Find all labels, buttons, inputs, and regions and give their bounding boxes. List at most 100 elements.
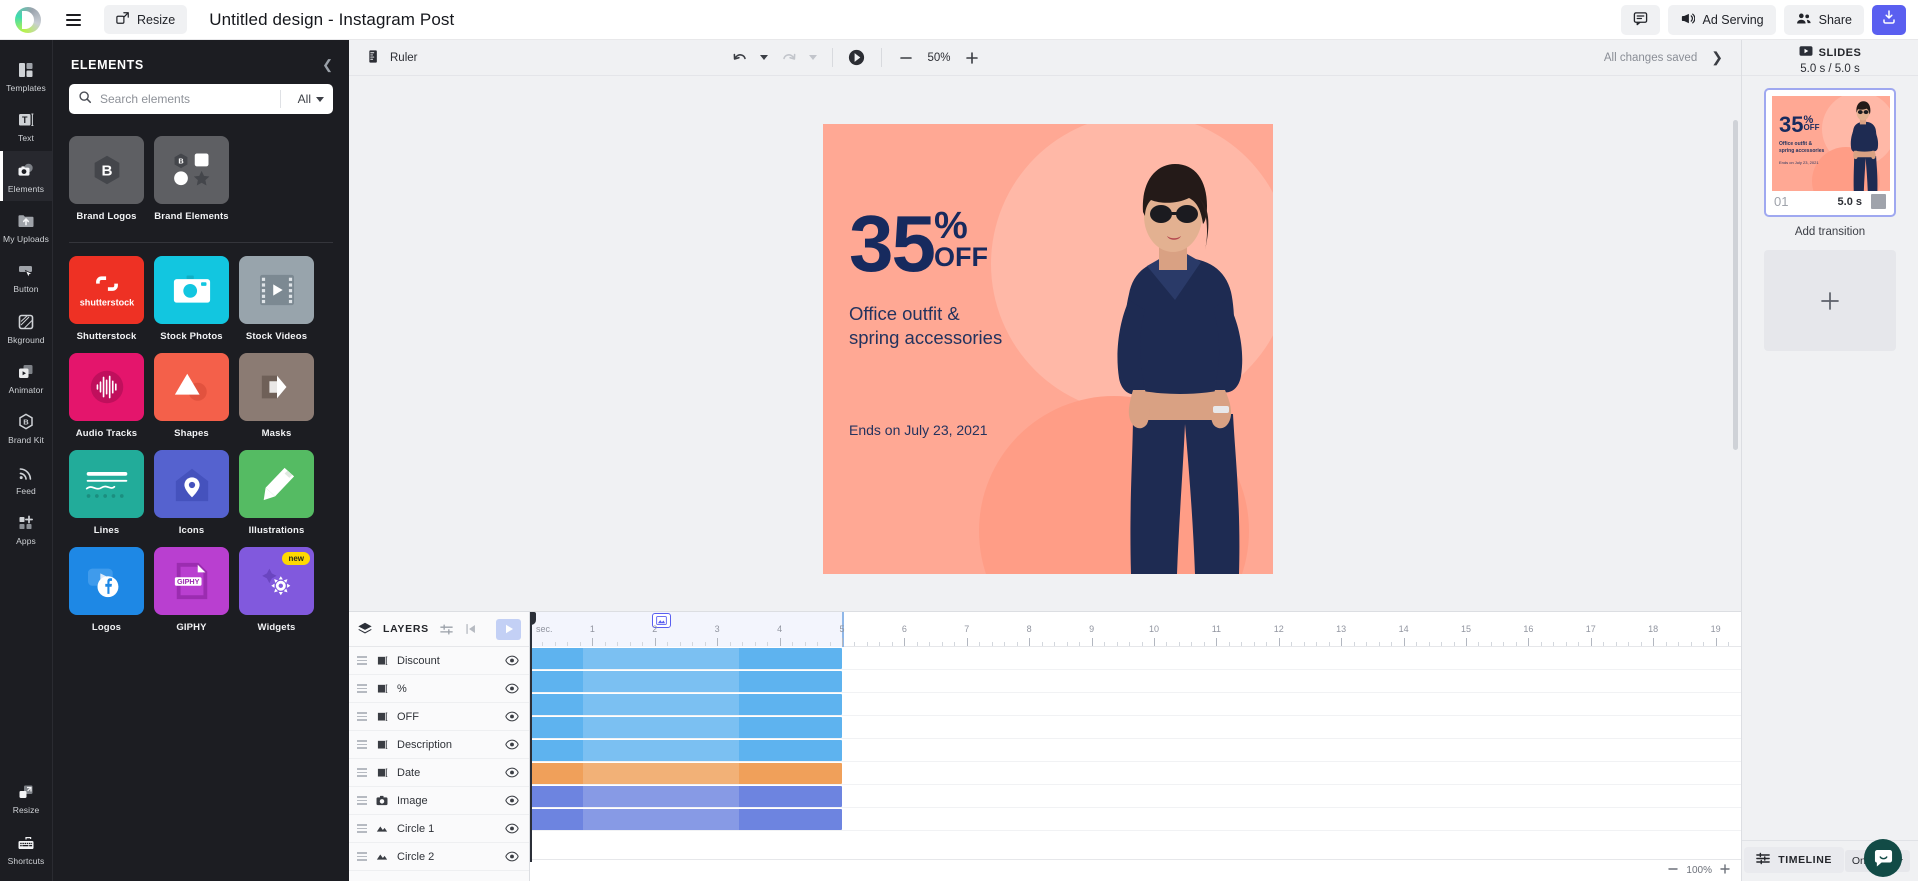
ad-serving-button[interactable]: Ad Serving bbox=[1668, 4, 1776, 35]
chevron-right-icon[interactable]: ❯ bbox=[1711, 49, 1729, 66]
zoom-out-button[interactable] bbox=[893, 45, 919, 71]
timeline-playhead[interactable] bbox=[530, 612, 536, 862]
design-description-text[interactable]: Office outfit & spring accessories bbox=[849, 302, 1002, 351]
timeline-clip[interactable] bbox=[531, 763, 842, 784]
slide-duration[interactable]: 5.0 s bbox=[1838, 196, 1862, 208]
search-filter-dropdown[interactable]: All bbox=[289, 92, 324, 106]
rail-item-feed[interactable]: Feed bbox=[0, 453, 52, 503]
undo-dropdown[interactable] bbox=[757, 45, 772, 71]
eye-icon[interactable] bbox=[505, 851, 519, 862]
rail-item-background[interactable]: Bkground bbox=[0, 302, 52, 352]
timeline-clip[interactable] bbox=[531, 694, 842, 715]
tile-audio-tracks[interactable]: Audio Tracks bbox=[69, 353, 144, 439]
zoom-in-button[interactable] bbox=[959, 45, 985, 71]
timeline-clip[interactable] bbox=[531, 809, 842, 830]
drag-handle-icon[interactable] bbox=[357, 852, 367, 861]
timeline-zoom-out-button[interactable] bbox=[1667, 862, 1679, 880]
timeline-ruler[interactable]: sec. 1 2 3 4 5 6 7 8 9 10 11 12 13 14 15 16 17 18 19 bbox=[530, 612, 1741, 862]
canvas-vertical-scrollbar[interactable] bbox=[1733, 120, 1738, 450]
tile-brand-logos[interactable]: B Brand Logos bbox=[69, 136, 144, 222]
drag-handle-icon[interactable] bbox=[357, 684, 367, 693]
layer-row[interactable]: Date bbox=[349, 759, 529, 787]
redo-dropdown[interactable] bbox=[806, 45, 821, 71]
timeline-tab-button[interactable]: TIMELINE bbox=[1744, 847, 1844, 873]
app-logo[interactable] bbox=[0, 6, 56, 33]
download-button[interactable] bbox=[1872, 4, 1906, 35]
add-transition-button[interactable]: Add transition bbox=[1795, 226, 1865, 238]
rail-item-text[interactable]: T Text bbox=[0, 100, 52, 150]
timeline-clip[interactable] bbox=[531, 786, 842, 807]
rail-item-shortcuts[interactable]: Shortcuts bbox=[0, 823, 52, 873]
document-title[interactable]: Untitled design - Instagram Post bbox=[209, 10, 454, 30]
share-button[interactable]: Share bbox=[1783, 4, 1864, 35]
timeline-track-row[interactable] bbox=[530, 785, 1741, 808]
tile-giphy[interactable]: GIPHY GIPHY bbox=[154, 547, 229, 633]
eye-icon[interactable] bbox=[505, 683, 519, 694]
eye-icon[interactable] bbox=[505, 795, 519, 806]
undo-button[interactable] bbox=[727, 45, 753, 71]
layer-row[interactable]: Image bbox=[349, 787, 529, 815]
timeline-track-row[interactable] bbox=[530, 808, 1741, 831]
layer-row[interactable]: Circle 1 bbox=[349, 815, 529, 843]
chevron-left-icon[interactable]: ❮ bbox=[322, 57, 333, 73]
comments-button[interactable] bbox=[1621, 4, 1661, 35]
tile-stock-photos[interactable]: Stock Photos bbox=[154, 256, 229, 342]
rail-item-elements[interactable]: Elements bbox=[0, 150, 52, 202]
redo-button[interactable] bbox=[776, 45, 802, 71]
resize-button[interactable]: Resize bbox=[104, 5, 188, 34]
design-percent-text[interactable]: % bbox=[934, 207, 968, 245]
tile-illustrations[interactable]: Illustrations bbox=[239, 450, 314, 536]
layer-row[interactable]: Description bbox=[349, 731, 529, 759]
timeline-clip[interactable] bbox=[531, 717, 842, 738]
timeline-track-row[interactable] bbox=[530, 693, 1741, 716]
drag-handle-icon[interactable] bbox=[357, 712, 367, 721]
tile-shutterstock[interactable]: shutterstock Shutterstock bbox=[69, 256, 144, 342]
timeline-clip[interactable] bbox=[531, 671, 842, 692]
design-discount-text[interactable]: 35 bbox=[849, 204, 936, 284]
layer-row[interactable]: Circle 2 bbox=[349, 843, 529, 871]
design-off-text[interactable]: OFF bbox=[934, 243, 988, 270]
rail-item-button[interactable]: Button bbox=[0, 251, 52, 301]
timeline-play-button[interactable] bbox=[496, 618, 521, 640]
drag-handle-icon[interactable] bbox=[357, 768, 367, 777]
timeline-track-row[interactable] bbox=[530, 762, 1741, 785]
canvas-stage[interactable]: 35 % OFF Office outfit & spring accessor… bbox=[349, 76, 1741, 611]
eye-icon[interactable] bbox=[505, 711, 519, 722]
search-bar[interactable]: All bbox=[69, 84, 333, 114]
timeline-track-row[interactable] bbox=[530, 670, 1741, 693]
layer-row[interactable]: Discount bbox=[349, 647, 529, 675]
tile-icons[interactable]: Icons bbox=[154, 450, 229, 536]
timeline-track-row[interactable] bbox=[530, 716, 1741, 739]
design-canvas[interactable]: 35 % OFF Office outfit & spring accessor… bbox=[823, 124, 1273, 574]
timeline-clip[interactable] bbox=[531, 648, 842, 669]
search-input[interactable] bbox=[100, 92, 272, 106]
timeline-clip[interactable] bbox=[531, 740, 842, 761]
slide-options-button[interactable] bbox=[1871, 194, 1886, 209]
tile-stock-videos[interactable]: Stock Videos bbox=[239, 256, 314, 342]
tile-brand-elements[interactable]: B Brand Elements bbox=[154, 136, 229, 222]
drag-handle-icon[interactable] bbox=[357, 796, 367, 805]
slide-card-01[interactable]: 35 % OFF Office outfit & spring accessor… bbox=[1764, 88, 1896, 217]
rail-item-apps[interactable]: Apps bbox=[0, 503, 52, 553]
drag-handle-icon[interactable] bbox=[357, 740, 367, 749]
help-chat-button[interactable] bbox=[1864, 839, 1902, 877]
rail-item-templates[interactable]: Templates bbox=[0, 50, 52, 100]
timeline-track-row[interactable] bbox=[530, 647, 1741, 670]
eye-icon[interactable] bbox=[505, 655, 519, 666]
rail-item-brand-kit[interactable]: B Brand Kit bbox=[0, 402, 52, 452]
rail-item-resize[interactable]: Resize bbox=[0, 772, 52, 822]
ruler-button[interactable]: Ruler bbox=[361, 49, 417, 67]
add-slide-button[interactable] bbox=[1764, 250, 1896, 351]
tile-masks[interactable]: Masks bbox=[239, 353, 314, 439]
tile-widgets[interactable]: new Widgets bbox=[239, 547, 314, 633]
tile-shapes[interactable]: Shapes bbox=[154, 353, 229, 439]
layer-row[interactable]: OFF bbox=[349, 703, 529, 731]
tile-logos[interactable]: Logos bbox=[69, 547, 144, 633]
align-icon[interactable] bbox=[439, 622, 454, 637]
play-button[interactable] bbox=[844, 45, 870, 71]
timeline-track-row[interactable] bbox=[530, 739, 1741, 762]
timeline-tracks[interactable]: sec. 1 2 3 4 5 6 7 8 9 10 11 12 13 14 15 16 17 18 19 10 bbox=[530, 612, 1741, 881]
design-date-text[interactable]: Ends on July 23, 2021 bbox=[849, 422, 988, 438]
layer-row[interactable]: % bbox=[349, 675, 529, 703]
rail-item-animator[interactable]: Animator bbox=[0, 352, 52, 402]
